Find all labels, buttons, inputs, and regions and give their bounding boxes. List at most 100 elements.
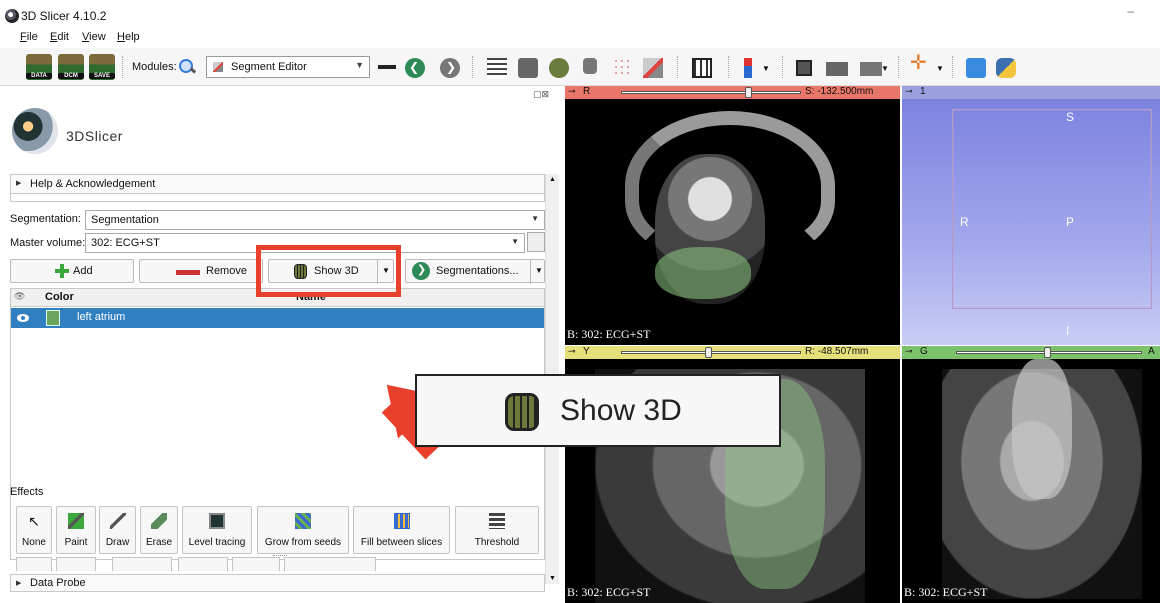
segment-editor-module-icon[interactable] [643,58,663,78]
crosshair-icon[interactable]: ✛ [910,53,930,73]
dicom-button[interactable]: DCM [58,54,84,80]
visibility-column-header[interactable]: 👁 [14,291,25,302]
chevron-down-icon[interactable]: ▼ [762,64,772,84]
help-acknowledgement-section[interactable]: ▶ Help & Acknowledgement [10,174,545,194]
python-console-icon[interactable] [996,58,1016,78]
draw-pencil-icon [109,513,126,529]
module-selector[interactable]: Segment Editor ▼ [206,56,370,78]
effect-threshold-button[interactable]: Threshold [455,506,539,554]
chevron-down-icon: ▼ [511,237,519,246]
effect-fill-between-slices-button[interactable]: Fill between slices [353,506,450,554]
remove-segment-button[interactable]: Remove [139,259,263,283]
effect-erase-button[interactable]: Erase [140,506,178,554]
master-volume-options-button[interactable] [527,232,545,252]
effect-row2-button[interactable] [112,557,172,571]
effect-row2-button[interactable] [56,557,96,571]
menu-help[interactable]: Help [117,31,140,43]
screenshot-icon[interactable] [796,60,812,76]
red-slice-slider[interactable] [621,91,801,94]
data-module-icon[interactable] [487,58,507,78]
effect-row2-button[interactable] [284,557,376,571]
eye-icon[interactable] [17,314,29,322]
modules-label: Modules: [132,61,177,73]
logo-text: 3DSlicer [66,128,123,144]
color-column-header[interactable]: Color [45,291,74,303]
effect-paint-button[interactable]: Paint [56,506,96,554]
green-slice-view[interactable]: ⊸ G A B: 302: ECG+ST [902,346,1160,603]
panel-float-close-icons[interactable]: ▢⊠ [533,89,557,99]
green-ct-image[interactable]: B: 302: ECG+ST [902,359,1160,603]
red-slice-slider-knob[interactable] [745,87,752,98]
red-view-controller[interactable]: ⊸ R S: -132.500mm [565,86,900,99]
chevron-down-icon[interactable]: ▼ [936,64,946,84]
grow-from-seeds-icon [295,513,311,529]
add-segment-button[interactable]: Add [10,259,134,283]
segment-name[interactable]: left atrium [77,311,125,323]
scroll-down-icon[interactable]: ▼ [549,575,556,582]
green-slice-slider-knob[interactable] [1044,347,1051,358]
effect-none-label: None [22,537,46,548]
save-button[interactable]: SAVE [89,54,115,80]
effect-row2-button[interactable] [232,557,280,571]
yellow-slice-slider-knob[interactable] [705,347,712,358]
threed-render-area[interactable]: S R P I [902,99,1160,345]
markups-module-icon[interactable] [613,58,633,78]
show-3d-zoom-callout: Show 3D [415,374,781,447]
remove-icon [176,270,200,275]
effect-draw-button[interactable]: Draw [99,506,136,554]
load-data-button[interactable]: DATA [26,54,52,80]
segmentation-selector[interactable]: Segmentation ▼ [85,210,545,230]
slice-link-icon[interactable] [860,62,882,76]
menu-view[interactable]: View [82,31,106,43]
segmentations-button[interactable]: Segmentations... ▼ [405,259,546,284]
expand-triangle-icon: ▶ [16,180,22,187]
chevron-down-icon[interactable]: ▼ [881,64,891,84]
threshold-icon [489,513,505,529]
red-slice-view[interactable]: ⊸ R S: -132.500mm B: 302: ECG+ST [565,86,900,345]
effect-none-button[interactable]: ↖ None [16,506,52,554]
menu-edit[interactable]: Edit [50,31,69,43]
effect-row2-button[interactable] [178,557,228,571]
models-module-icon[interactable] [549,58,569,78]
module-search-icon[interactable] [177,58,197,76]
yellow-view-letter: Y [583,346,590,357]
pin-icon[interactable]: ⊸ [568,346,576,357]
scroll-up-icon[interactable]: ▲ [549,176,556,183]
segmentations-dropdown[interactable]: ▼ [530,260,546,284]
menu-file[interactable]: File [20,31,38,43]
crosshair-link-icon[interactable] [826,62,848,76]
threed-view-controller[interactable]: ⊸ 1 [902,86,1160,99]
minimize-button[interactable]: – [1127,4,1134,18]
toolbar-separator [898,56,899,78]
pin-icon[interactable]: ⊸ [905,346,913,357]
extension-manager-icon[interactable] [966,58,986,78]
effects-label: Effects [10,486,44,498]
effect-row2-button[interactable] [16,557,52,571]
mouse-mode-icon[interactable] [744,58,752,78]
pin-icon[interactable]: ⊸ [905,86,913,97]
forward-arrow-icon[interactable] [440,58,460,78]
back-arrow-icon[interactable] [405,58,425,78]
expand-triangle-icon: ▶ [16,580,22,587]
green-slice-offset: A [1148,346,1155,357]
transforms-module-icon[interactable] [583,58,597,74]
effect-grow-from-seeds-button[interactable]: Grow from seeds [257,506,349,554]
volumes-module-icon[interactable] [518,58,538,78]
segmentation-value: Segmentation [91,214,159,226]
red-ct-image[interactable]: B: 302: ECG+ST [565,99,900,345]
effect-level-tracing-button[interactable]: Level tracing [182,506,252,554]
effect-threshold-label: Threshold [474,537,520,548]
pin-icon[interactable]: ⊸ [568,86,576,97]
segmentations-label: Segmentations... [436,265,519,277]
threed-view[interactable]: ⊸ 1 S R P I [902,86,1160,345]
window-title: 3D Slicer 4.10.2 [21,9,107,23]
module-history-icon[interactable] [378,65,396,69]
yellow-view-controller[interactable]: ⊸ Y R: -48.507mm [565,346,900,359]
segmentations-arrow-icon [412,262,430,280]
green-view-controller[interactable]: ⊸ G A [902,346,1160,359]
data-probe-section[interactable]: ▶ Data Probe [10,574,545,592]
segment-color-swatch[interactable] [46,310,60,326]
toolbar-separator [677,56,678,78]
layout-icon[interactable] [692,58,712,78]
table-row[interactable]: left atrium [11,308,544,328]
